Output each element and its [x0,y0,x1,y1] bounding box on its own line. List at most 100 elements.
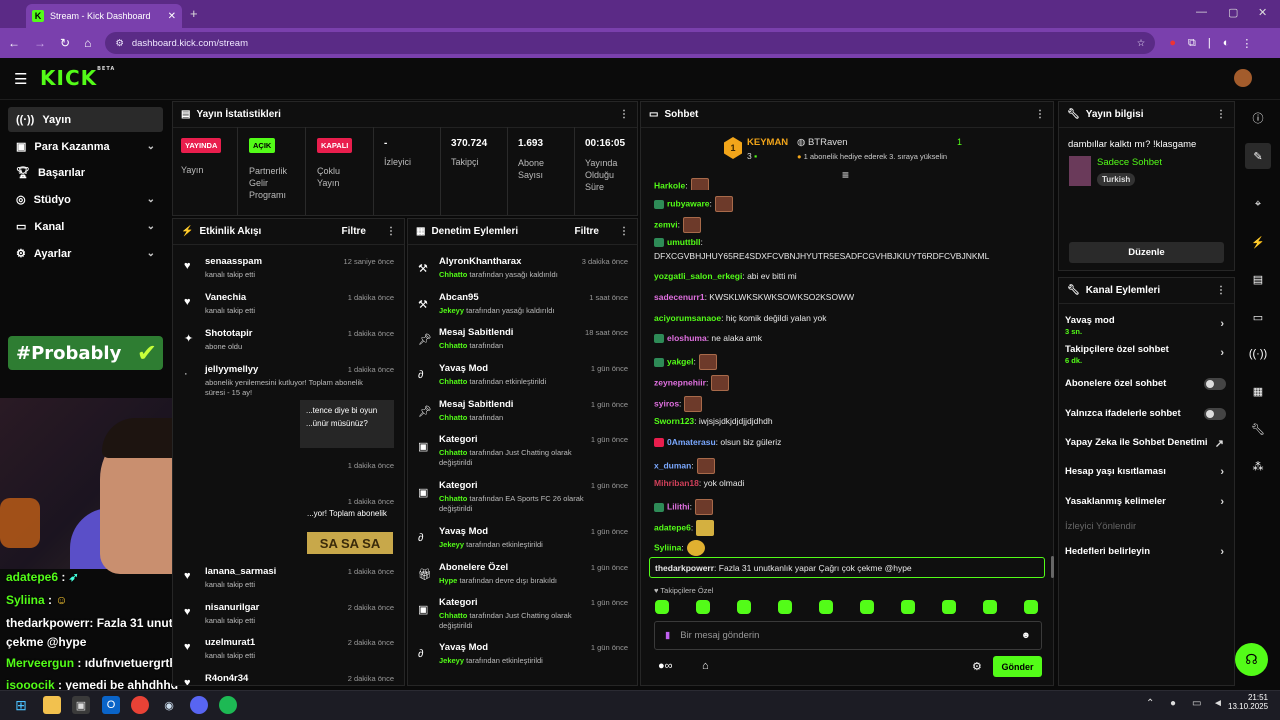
mic-icon[interactable]: ▮ [665,630,670,641]
sidebar-item-yayin[interactable]: ((·)) Yayın [8,107,163,132]
emoji-icon[interactable]: ☻ [1021,630,1031,641]
chat-message[interactable]: sadecenurr1: KWSKLWKSKWKSOWKSO2KSOWW [654,292,1050,302]
quick-emote-icon[interactable] [696,600,710,614]
chat-username[interactable]: yozgatli_salon_erkegi [654,271,742,281]
moderation-item[interactable]: ▣ Kategori Chhatto tarafından Just Chattin… [410,432,636,468]
filter-button[interactable]: Filtre [575,226,599,237]
display-tray-icon[interactable]: ▭ [1192,698,1201,709]
sidebar-item-studyo[interactable]: ◎ Stüdyo ⌄ [8,187,163,212]
sidebar-item-basarilar[interactable]: 🏆︎ Başarılar [8,160,163,185]
browser-menu-icon[interactable]: ⋮ [1241,37,1252,50]
chat-message[interactable]: zeynepnehiir: [654,375,1050,391]
chat-message[interactable]: Lilithi: [654,499,1050,515]
activity-item[interactable]: ♥ nisanurilgar kanalı takip etti 2 dakika ö… [176,600,402,636]
chat-username[interactable]: Sworn123 [654,416,694,426]
target-icon[interactable]: ⌖ [1245,191,1271,217]
forward-icon[interactable]: → [34,36,46,50]
toggle-switch[interactable] [1204,408,1226,420]
doc-icon[interactable]: ▤ [1245,266,1271,292]
discord-icon[interactable] [190,696,208,714]
moderation-item[interactable]: ▣ Kategori Chhatto tarafından EA Sports FC… [410,478,636,514]
spotify-icon[interactable] [219,696,237,714]
activity-item[interactable]: ♥ lanana_sarmasi kanalı takip etti 1 dakika… [176,564,402,600]
channel-action-item[interactable]: Takipçilere özel sohbet 6 dk. › [1065,344,1230,365]
user-avatar[interactable] [1234,69,1252,87]
bolt-icon[interactable]: ⚡ [1245,229,1271,255]
points-icon[interactable]: ●∞ [658,660,673,672]
more-options-icon[interactable]: ⋮ [386,226,396,237]
activity-item[interactable]: ♥ senaasspam kanalı takip etti 12 saniye ön… [176,254,402,290]
chat-scrollbar[interactable] [1051,556,1054,578]
close-window-icon[interactable]: ✕ [1258,6,1267,19]
chat-username[interactable]: zemvi [654,219,678,229]
sidebar-item-para-kazanma[interactable]: ▣ Para Kazanma ⌄ [8,134,163,159]
moderation-item[interactable]: ⚒ AlyronKhantharax Chhatto tarafından yasa… [410,254,636,290]
chat-username[interactable]: rubyaware [667,198,710,208]
channel-action-item[interactable]: Abonelere özel sohbet [1065,378,1230,390]
chat-message[interactable]: umuttbll: [654,237,1050,248]
home-icon[interactable]: ⌂ [84,36,91,50]
channel-action-item[interactable]: Hedefleri belirleyin › [1065,546,1230,558]
activity-item[interactable]: · jellyymellyy abonelik yenilemesini kutlu… [176,362,402,402]
quick-emote-icon[interactable] [983,600,997,614]
moderation-item[interactable]: ▣ Kategori Chhatto tarafından Just Chattin… [410,595,636,631]
back-icon[interactable]: ← [8,36,20,50]
maximize-icon[interactable]: ▢ [1228,6,1238,19]
edit-button[interactable]: Düzenle [1069,242,1224,263]
extension-icon[interactable]: ● [1169,37,1176,49]
chat-message[interactable]: eloshuma: ne alaka amk [654,333,1050,344]
broadcast-icon[interactable]: ((·)) [1245,341,1271,367]
more-options-icon[interactable]: ⋮ [619,109,629,120]
moderation-item[interactable]: 📌︎ Mesaj Sabitlendi Chhatto tarafından 18 s… [410,325,636,361]
chat-username[interactable]: aciyorumsanaoe [654,313,721,323]
store-app-icon[interactable]: ▣ [72,696,90,714]
more-options-icon[interactable]: ⋮ [1216,109,1226,120]
chat-message[interactable]: adatepe6: [654,520,1050,536]
moderation-item[interactable]: 📌︎ Mesaj Sabitlendi Chhatto tarafından 1 gü… [410,397,636,433]
moderation-item[interactable]: ⚒ Abcan95 Jekeyy tarafından yasağı kaldırı… [410,290,636,326]
chat-settings-icon[interactable]: ⚙ [972,660,982,673]
channel-action-item[interactable]: Yapay Zeka ile Sohbet Denetimi ↗ [1065,437,1230,450]
chrome-icon[interactable] [131,696,149,714]
quick-emote-icon[interactable] [901,600,915,614]
quick-emote-icon[interactable] [655,600,669,614]
chat-username[interactable]: umuttbll [667,237,701,247]
chat-message[interactable]: Sworn123: iwjsjsjdkjdjdjjdjdhdh [654,416,1050,426]
chat-username[interactable]: Harkole [654,180,685,190]
profile-avatar-icon[interactable]: ◐ [1223,37,1230,49]
chat-message[interactable]: x_duman: [654,458,1050,474]
chat-message[interactable]: syiros: [654,396,1050,412]
channel-action-item[interactable]: Yalnızca ifadelerle sohbet [1065,408,1230,420]
chat-message[interactable]: aciyorumsanaoe: hiç komik değildi yalan … [654,313,1050,323]
sidebar-item-ayarlar[interactable]: ⚙ Ayarlar ⌄ [8,241,163,266]
quick-emote-icon[interactable] [942,600,956,614]
quick-emote-icon[interactable] [1024,600,1038,614]
hamburger-menu-icon[interactable]: ☰ [14,70,27,88]
chat-message[interactable]: zemvi: [654,217,1050,233]
site-info-icon[interactable]: ⚙ [115,38,124,49]
moderation-item[interactable]: ∂ Yavaş Mod Chhatto tarafından etkinleştir… [410,361,636,397]
outlook-icon[interactable]: O [102,696,120,714]
quick-emote-icon[interactable] [737,600,751,614]
pinned-message[interactable]: thedarkpowerr: Fazla 31 unutkanlık yapar… [649,557,1045,578]
mic-tray-icon[interactable]: ● [1170,698,1176,709]
address-bar[interactable]: ⚙ dashboard.kick.com/stream ☆ [105,32,1156,54]
activity-item[interactable]: ✦ Shototapir abone oldu 1 dakika önce [176,326,402,362]
moderation-item[interactable]: ∂ Yavaş Mod Jekeyy tarafından etkinleştiri… [410,524,636,560]
chat-username[interactable]: sadecenurr1 [654,292,705,302]
store-icon[interactable]: ⌂ [702,660,709,672]
channel-action-item[interactable]: Yavaş mod 3 sn. › [1065,315,1230,336]
windows-start-icon[interactable]: ⊞ [12,696,30,714]
chat-message[interactable]: yozgatli_salon_erkegi: abi ev bitti mi [654,271,1050,281]
wrench-icon[interactable]: 🔧︎ [1245,416,1271,442]
chat-username[interactable]: x_duman [654,460,691,470]
bookmark-star-icon[interactable]: ☆ [1137,38,1146,49]
volume-icon[interactable]: ◄ [1213,698,1223,709]
reload-icon[interactable]: ↻ [60,36,70,50]
channel-action-item[interactable]: Hesap yaşı kısıtlaması › [1065,466,1230,478]
chat-bubble-icon[interactable]: ▭ [1245,304,1271,330]
activity-item[interactable]: ♥ R4on4r34 2 dakika önce [176,671,402,685]
more-options-icon[interactable]: ⋮ [1216,285,1226,296]
file-explorer-icon[interactable] [43,696,61,714]
chat-message[interactable]: Harkole: [654,178,1050,190]
